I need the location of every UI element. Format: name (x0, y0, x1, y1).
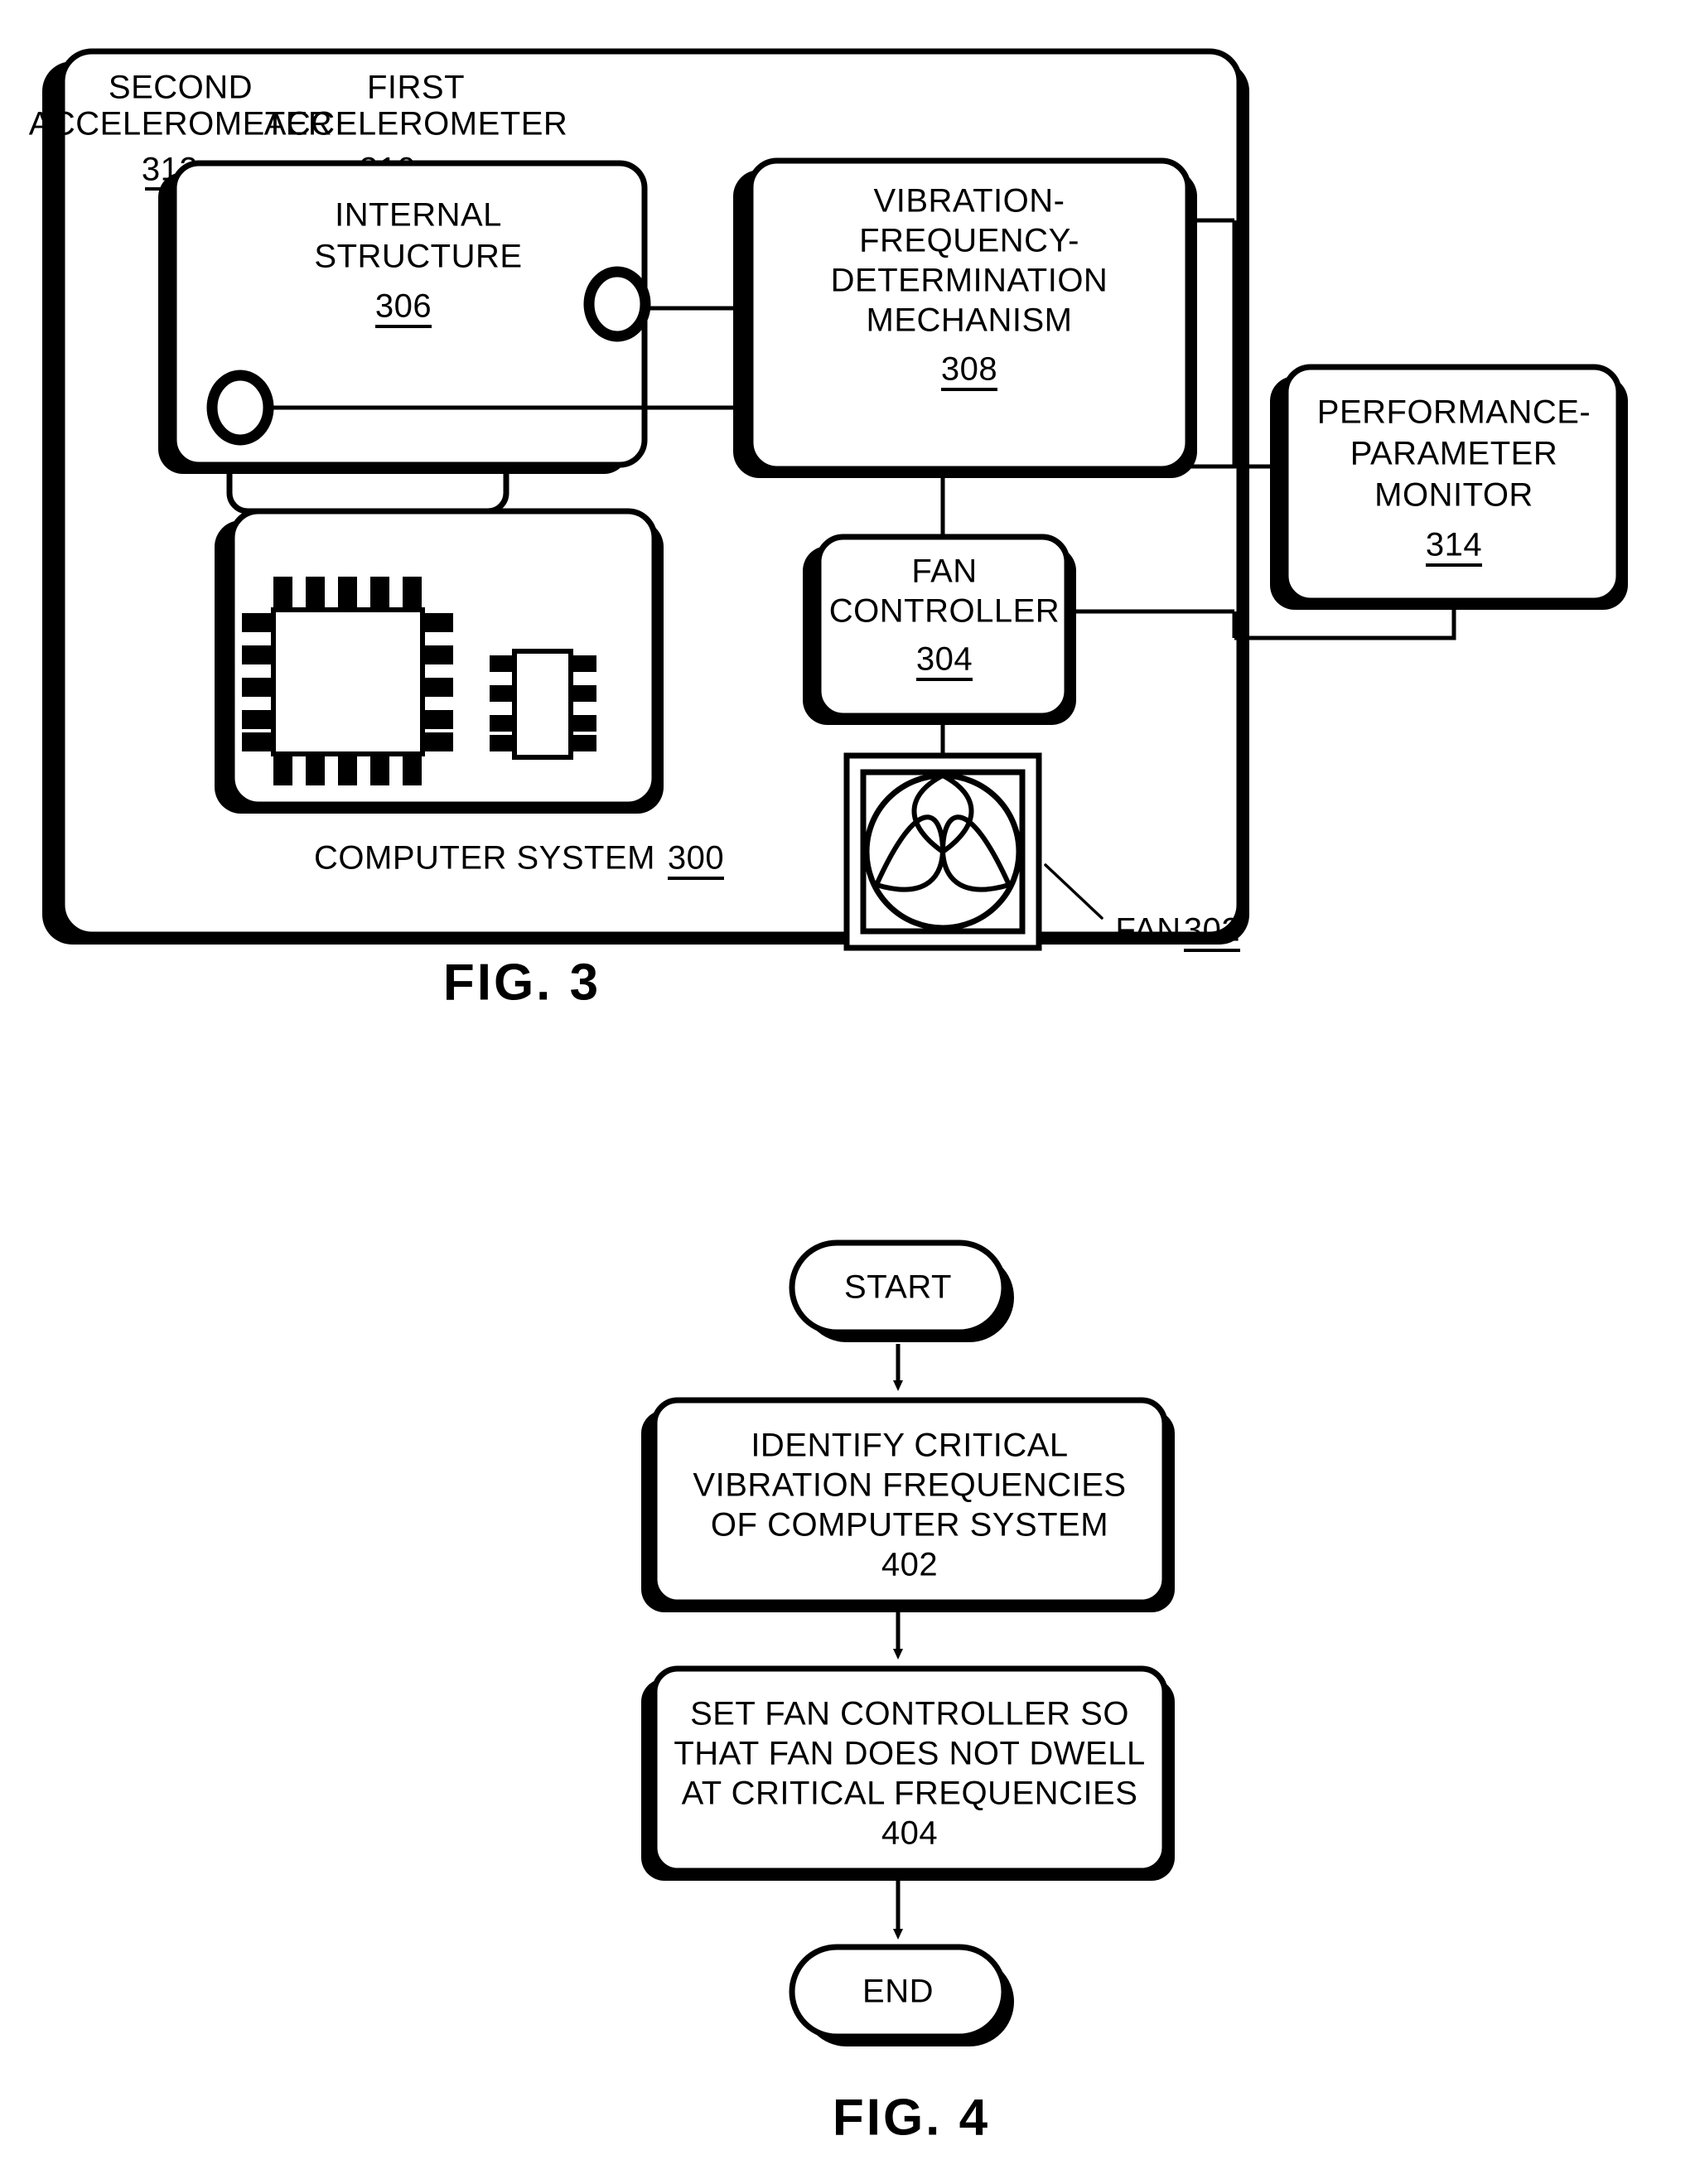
step-402-ref: 402 (881, 1547, 938, 1583)
end-terminator: END (789, 1944, 1014, 2046)
step-404-box: SET FAN CONTROLLER SO THAT FAN DOES NOT … (641, 1665, 1175, 1881)
fan-label: FAN (1115, 912, 1181, 949)
start-label: START (844, 1269, 952, 1306)
figure-4: START IDENTIFY CRITICAL VIBRATION FREQUE… (641, 1239, 1175, 2146)
step-402-line3: OF COMPUTER SYSTEM (711, 1507, 1108, 1544)
vfdm-line4: MECHANISM (867, 302, 1073, 339)
first-accelerometer-line2: ACCELEROMETER (264, 106, 568, 143)
vfdm-line3: DETERMINATION (831, 263, 1108, 299)
ppm-line2: PARAMETER (1350, 436, 1557, 472)
ppm-ref: 314 (1426, 527, 1482, 563)
vfdm-ref: 308 (941, 351, 997, 388)
fan-controller-block: FAN CONTROLLER 304 (803, 534, 1076, 725)
motherboard (215, 508, 664, 814)
figure-3: SECOND ACCELEROMETER 312 FIRST ACCELEROM… (29, 48, 1628, 1011)
figure-3-caption: FIG. 3 (443, 954, 601, 1011)
fan-ref: 302 (1184, 912, 1240, 949)
step-404-line3: AT CRITICAL FREQUENCIES (682, 1776, 1138, 1812)
step-404-line2: THAT FAN DOES NOT DWELL (674, 1736, 1145, 1772)
performance-parameter-monitor-block: PERFORMANCE- PARAMETER MONITOR 314 (1270, 364, 1628, 610)
end-label: END (862, 1974, 934, 2010)
ppm-line3: MONITOR (1374, 477, 1533, 514)
second-accelerometer-line1: SECOND (109, 70, 253, 106)
ppm-line1: PERFORMANCE- (1317, 394, 1591, 431)
fan-icon (843, 752, 1042, 951)
first-accelerometer-line1: FIRST (367, 70, 465, 106)
internal-structure-line2: STRUCTURE (314, 239, 522, 275)
figure-4-caption: FIG. 4 (833, 2089, 990, 2146)
internal-structure-ref: 306 (375, 288, 432, 325)
vfdm-line1: VIBRATION- (874, 183, 1065, 220)
vfdm-line2: FREQUENCY- (859, 223, 1079, 259)
step-402-line1: IDENTIFY CRITICAL (751, 1428, 1068, 1464)
patent-drawing-page: SECOND ACCELEROMETER 312 FIRST ACCELEROM… (0, 0, 1695, 2184)
step-404-line1: SET FAN CONTROLLER SO (690, 1696, 1129, 1732)
cpu-chip (242, 577, 453, 785)
step-402-line2: VIBRATION FREQUENCIES (693, 1467, 1126, 1504)
step-402-box: IDENTIFY CRITICAL VIBRATION FREQUENCIES … (641, 1397, 1175, 1612)
vibration-frequency-determination-mechanism-block: VIBRATION- FREQUENCY- DETERMINATION MECH… (733, 157, 1197, 478)
internal-structure-line1: INTERNAL (335, 197, 502, 234)
step-404-ref: 404 (881, 1815, 938, 1852)
first-accelerometer-sensor (583, 266, 651, 342)
fan-controller-line2: CONTROLLER (829, 593, 1060, 630)
computer-system-label: COMPUTER SYSTEM (314, 840, 655, 877)
computer-system-ref: 300 (668, 840, 724, 877)
fan-controller-line1: FAN (911, 553, 977, 590)
second-accelerometer-sensor (206, 370, 274, 446)
start-terminator: START (789, 1239, 1014, 1342)
fan-controller-ref: 304 (916, 641, 973, 678)
